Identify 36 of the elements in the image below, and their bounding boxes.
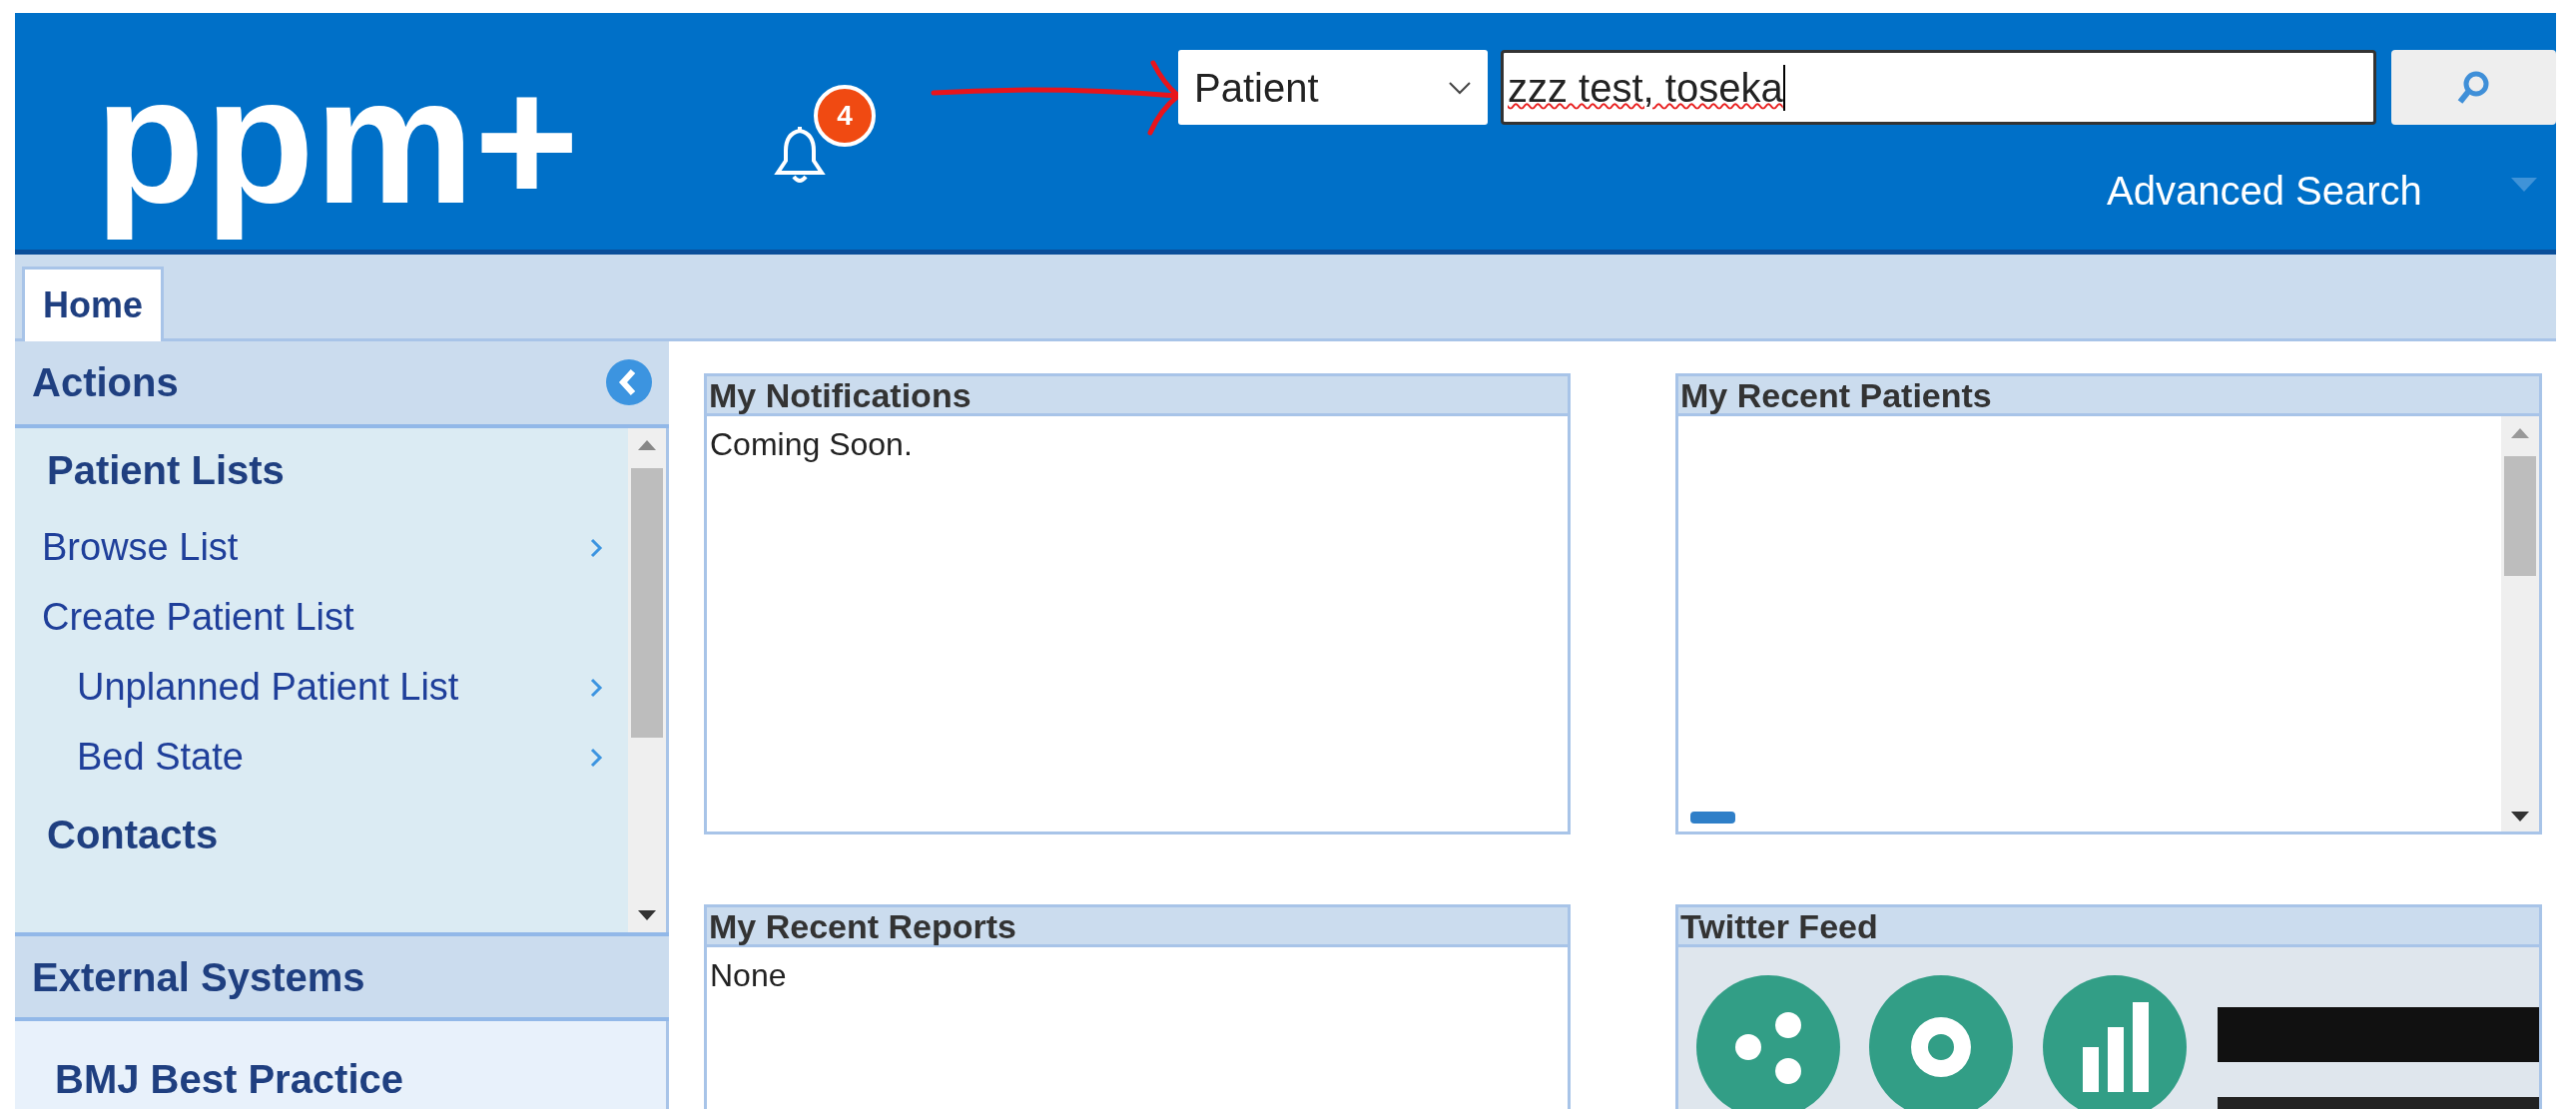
sidebar-title: Actions [32, 359, 179, 407]
scrollbar[interactable] [2501, 416, 2539, 832]
notification-badge: 4 [814, 85, 876, 147]
chevron-down-icon [1448, 80, 1472, 95]
section-title: Patient Lists [46, 447, 286, 495]
chevron-right-icon [589, 676, 603, 699]
sidebar-item[interactable]: Create Patient List [15, 582, 628, 653]
panel-text: None [709, 956, 788, 995]
scroll-up-icon[interactable] [2511, 428, 2529, 438]
search-button[interactable] [2391, 50, 2556, 125]
collapse-icon[interactable] [606, 359, 652, 406]
panel-title: My Notifications [707, 376, 1568, 416]
tab[interactable]: Home [22, 267, 165, 341]
scroll-down-icon[interactable] [638, 910, 656, 921]
panel-text: Coming Soon. [709, 425, 914, 464]
scroll-down-icon[interactable] [2511, 812, 2529, 822]
caret-icon[interactable] [2511, 178, 2537, 192]
section-title: Contacts [46, 812, 220, 859]
scope-dropdown[interactable]: Patient [1178, 50, 1488, 125]
scrollbar[interactable] [628, 427, 666, 933]
panel-title: Twitter Feed [1678, 907, 2539, 947]
section-title: External Systems [32, 953, 365, 1001]
advanced-search-link[interactable]: Advanced Search [2107, 161, 2422, 221]
sidebar-item[interactable]: Bed State [15, 722, 628, 793]
chevron-right-icon [589, 536, 603, 559]
scroll-thumb[interactable] [631, 467, 663, 738]
panel-title: My Recent Reports [707, 907, 1568, 947]
logo: ppm+ [95, 39, 580, 243]
sidebar-item[interactable]: Browse List [15, 512, 628, 583]
panel-title: My Recent Patients [1678, 376, 2539, 416]
patient-icon [1690, 812, 1735, 824]
scroll-up-icon[interactable] [638, 439, 656, 450]
sidebar-item[interactable]: Unplanned Patient List [15, 652, 628, 723]
search-field[interactable]: zzz test, toseka [1501, 50, 2376, 125]
chevron-right-icon [589, 746, 603, 769]
scroll-thumb[interactable] [2504, 456, 2536, 576]
